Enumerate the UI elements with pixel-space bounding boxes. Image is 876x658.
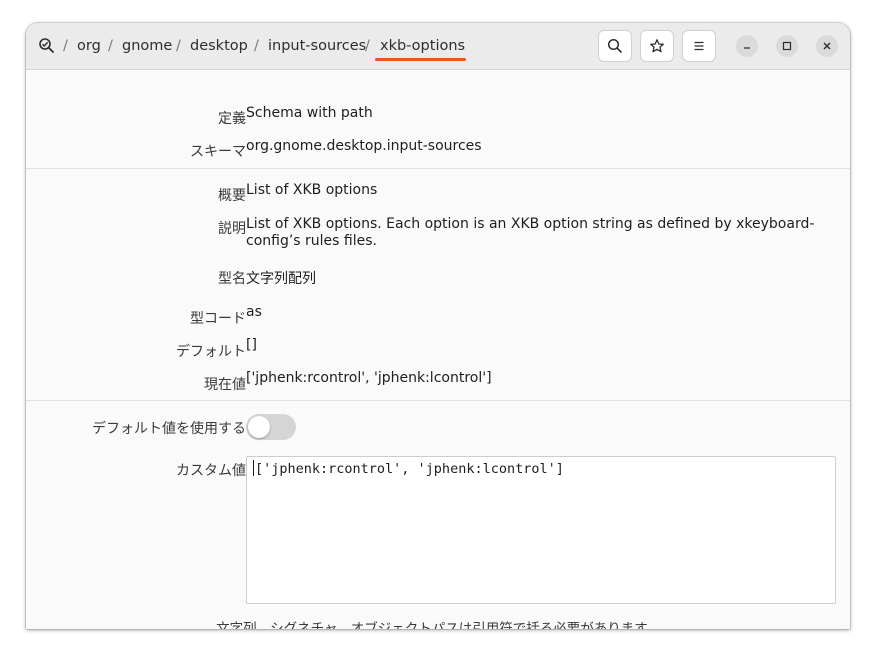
hamburger-icon xyxy=(694,41,704,51)
custom-value-textarea[interactable]: ['jphenk:rcontrol', 'jphenk:lcontrol'] xyxy=(246,456,836,604)
breadcrumb-org[interactable]: org xyxy=(77,36,101,56)
quoting-hint: 文字列、シグネチャ、オブジェクトパスは引用符で括る必要があります。 xyxy=(216,621,660,629)
breadcrumb-gnome[interactable]: gnome xyxy=(122,36,172,56)
summary-label: 概要 xyxy=(218,188,246,204)
type-value: 文字列配列 xyxy=(246,271,316,287)
breadcrumb-separator: / xyxy=(254,38,259,54)
breadcrumb-desktop[interactable]: desktop xyxy=(190,36,248,56)
summary-value: List of XKB options xyxy=(246,182,378,198)
close-button[interactable] xyxy=(816,35,838,57)
breadcrumb-separator: / xyxy=(108,38,113,54)
star-icon xyxy=(650,39,664,53)
definition-value: Schema with path xyxy=(246,105,373,121)
breadcrumb-separator: / xyxy=(63,38,68,54)
custom-value-text: ['jphenk:rcontrol', 'jphenk:lcontrol'] xyxy=(255,461,564,477)
default-value: [] xyxy=(246,337,257,353)
definition-label: 定義 xyxy=(218,111,246,127)
key-details-panel: 定義 Schema with path スキーマ org.gnome.deskt… xyxy=(26,70,850,629)
bookmark-button[interactable] xyxy=(640,30,674,62)
section-divider xyxy=(26,168,850,169)
use-default-label: デフォルト値を使用する xyxy=(92,421,246,437)
schema-label: スキーマ xyxy=(190,144,246,160)
use-default-toggle[interactable] xyxy=(246,414,296,440)
type-code-value: as xyxy=(246,304,262,320)
current-value-label: 現在値 xyxy=(204,377,246,393)
search-icon xyxy=(607,38,622,53)
breadcrumb-separator: / xyxy=(365,38,370,54)
custom-value-label: カスタム値 xyxy=(176,463,246,479)
description-value: List of XKB options. Each option is an X… xyxy=(246,216,815,249)
maximize-button[interactable] xyxy=(776,35,798,57)
dconf-editor-window: / org / gnome / desktop / input-sources … xyxy=(26,23,850,629)
search-settings-icon[interactable] xyxy=(38,37,56,55)
text-cursor xyxy=(253,460,254,476)
default-label: デフォルト xyxy=(176,344,246,360)
breadcrumb-separator: / xyxy=(176,38,181,54)
section-divider xyxy=(26,400,850,401)
breadcrumb-xkb-options[interactable]: xkb-options xyxy=(380,36,465,56)
toggle-knob xyxy=(248,416,270,438)
header-bar: / org / gnome / desktop / input-sources … xyxy=(26,23,850,70)
close-icon xyxy=(823,42,831,50)
minimize-icon xyxy=(744,47,750,49)
schema-value: org.gnome.desktop.input-sources xyxy=(246,138,482,154)
description-label: 説明 xyxy=(218,221,246,237)
type-label: 型名 xyxy=(218,271,246,287)
active-breadcrumb-indicator xyxy=(375,58,466,61)
search-button[interactable] xyxy=(598,30,632,62)
current-value: ['jphenk:rcontrol', 'jphenk:lcontrol'] xyxy=(246,370,492,386)
main-menu-button[interactable] xyxy=(682,30,716,62)
maximize-icon xyxy=(782,41,792,51)
type-code-label: 型コード xyxy=(190,311,246,327)
breadcrumb-input-sources[interactable]: input-sources xyxy=(268,36,366,56)
minimize-button[interactable] xyxy=(736,35,758,57)
